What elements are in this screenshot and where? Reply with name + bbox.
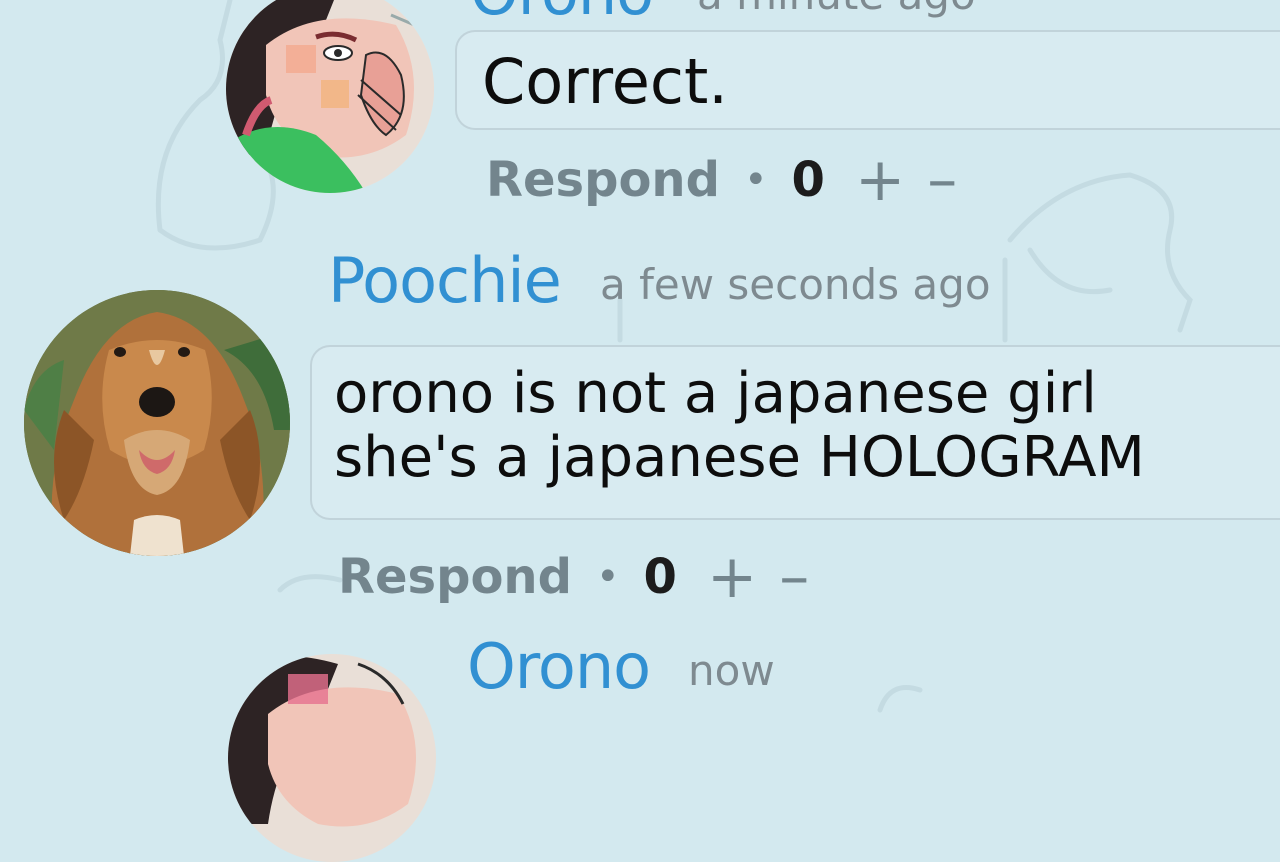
comment-timestamp: now	[688, 646, 775, 695]
respond-button[interactable]: Respond	[486, 156, 720, 204]
downvote-button[interactable]: –	[779, 547, 809, 607]
vote-count: 0	[791, 152, 825, 208]
comment-actions: Respond • 0 + –	[486, 150, 979, 210]
comment-author[interactable]: Poochie	[328, 250, 562, 312]
anime-girl-drawing-avatar-icon	[226, 0, 434, 193]
upvote-button[interactable]: +	[707, 547, 757, 607]
comment-text-line: orono is not a japanese girl	[334, 361, 1097, 426]
downvote-button[interactable]: –	[927, 150, 957, 210]
avatar-orono[interactable]	[226, 0, 434, 193]
separator-dot: •	[743, 157, 768, 203]
golden-retriever-photo-avatar-icon	[24, 290, 290, 556]
upvote-button[interactable]: +	[855, 150, 905, 210]
avatar-poochie[interactable]	[24, 290, 290, 556]
respond-button[interactable]: Respond	[338, 553, 572, 601]
comment-author[interactable]: Orono	[470, 0, 654, 24]
separator-dot: •	[595, 554, 620, 600]
comment-text: orono is not a japanese girl she's a jap…	[334, 361, 1145, 491]
anime-girl-drawing-avatar-icon	[228, 654, 436, 862]
comment-timestamp: a minute ago	[697, 0, 976, 16]
comment-text: Correct.	[482, 45, 729, 118]
comment-actions: Respond • 0 + –	[338, 547, 831, 607]
comment-author[interactable]: Orono	[467, 636, 651, 698]
comment-timestamp: a few seconds ago	[600, 260, 991, 309]
comment-text-line: she's a japanese HOLOGRAM	[334, 425, 1145, 491]
avatar-orono[interactable]	[228, 654, 436, 862]
vote-count: 0	[643, 549, 677, 605]
